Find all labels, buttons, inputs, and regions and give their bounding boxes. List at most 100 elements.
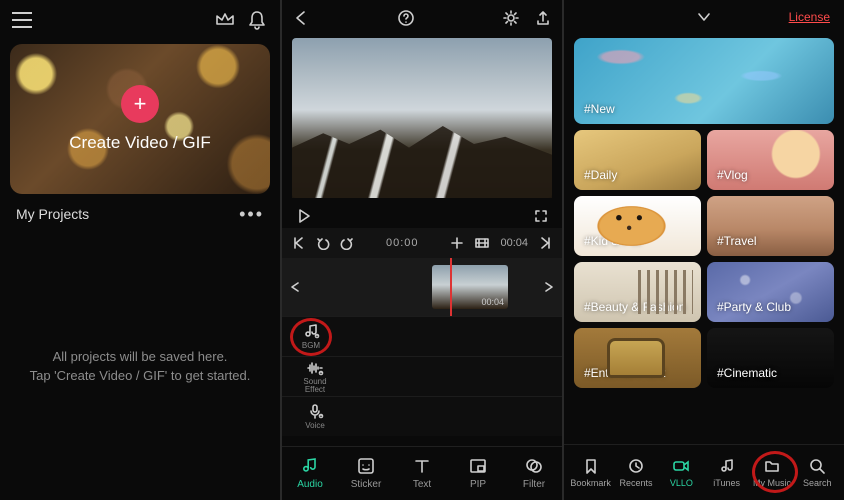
clock-icon <box>627 457 645 475</box>
tile-cine-label: #Cinematic <box>717 366 777 380</box>
tab-my-music[interactable]: My Music <box>749 457 794 488</box>
tab-itunes-label: iTunes <box>713 478 740 488</box>
license-link[interactable]: License <box>789 10 830 24</box>
empty-line-2: Tap 'Create Video / GIF' to get started. <box>30 366 251 386</box>
empty-line-1: All projects will be saved here. <box>53 347 228 367</box>
projects-empty-state: All projects will be saved here. Tap 'Cr… <box>0 232 280 500</box>
tab-vllo-label: VLLO <box>670 478 693 488</box>
bgm-highlight-ring: + BGM <box>290 318 332 356</box>
phone-home: + Create Video / GIF My Projects ••• All… <box>0 0 280 500</box>
tile-beauty-fashion[interactable]: #Beauty & Fashion <box>574 262 701 322</box>
tab-recents-label: Recents <box>619 478 652 488</box>
track-bgm[interactable]: + BGM <box>282 316 562 356</box>
play-controls-row <box>282 204 562 228</box>
undo-icon[interactable] <box>316 236 330 250</box>
track-se-label: Sound Effect <box>303 378 326 394</box>
projects-header-row: My Projects ••• <box>0 204 280 232</box>
tile-daily-label: #Daily <box>584 168 617 182</box>
tab-pip[interactable]: PIP <box>450 447 506 500</box>
tile-cinematic[interactable]: #Cinematic <box>707 328 834 388</box>
back-icon[interactable] <box>292 9 310 27</box>
track-voice[interactable]: + Voice <box>282 396 562 436</box>
tile-vlog[interactable]: #Vlog <box>707 130 834 190</box>
timeline-toolbar: 00:00 00:04 <box>282 228 562 258</box>
crown-icon[interactable] <box>214 9 236 31</box>
video-preview[interactable] <box>292 38 552 198</box>
chevron-down-icon[interactable] <box>695 10 713 24</box>
create-video-label: Create Video / GIF <box>69 133 210 153</box>
bell-icon[interactable] <box>246 9 268 31</box>
phone-music-library: License #New #Daily #Vlog #Kid & Pet #Tr… <box>564 0 844 500</box>
time-current: 00:00 <box>386 237 419 249</box>
editor-tabbar: Audio Sticker Text PIP Filter <box>282 446 562 500</box>
timeline-prev-icon[interactable] <box>288 280 302 294</box>
timeline-next-icon[interactable] <box>542 280 556 294</box>
tab-pip-label: PIP <box>470 479 486 490</box>
clip-duration: 00:04 <box>481 297 504 307</box>
skip-end-icon[interactable] <box>538 236 552 250</box>
tab-sticker-label: Sticker <box>351 479 382 490</box>
phone-editor: 00:00 00:04 00:04 + BGM + Sound Effe <box>282 0 562 500</box>
export-icon[interactable] <box>534 9 552 27</box>
timeline-track[interactable]: 00:04 <box>282 258 562 316</box>
track-bgm-label: BGM <box>302 341 320 350</box>
tab-filter-label: Filter <box>523 479 545 490</box>
tab-text[interactable]: Text <box>394 447 450 500</box>
music-topbar: License <box>564 0 844 34</box>
plus-icon[interactable]: + <box>121 85 159 123</box>
create-video-card[interactable]: + Create Video / GIF <box>10 44 270 194</box>
track-voice-label: Voice <box>305 421 325 430</box>
svg-text:+: + <box>316 334 319 339</box>
tab-filter[interactable]: Filter <box>506 447 562 500</box>
playhead[interactable] <box>450 258 452 316</box>
gear-icon[interactable] <box>502 9 520 27</box>
tile-travel[interactable]: #Travel <box>707 196 834 256</box>
skip-start-icon[interactable] <box>292 236 306 250</box>
help-icon[interactable] <box>397 9 415 27</box>
music-icon <box>718 457 736 475</box>
tab-bookmark[interactable]: Bookmark <box>568 457 613 488</box>
tab-text-label: Text <box>413 479 431 490</box>
tab-audio[interactable]: Audio <box>282 447 338 500</box>
fullscreen-icon[interactable] <box>534 209 548 223</box>
tile-kid-label: #Kid & Pet <box>584 234 641 248</box>
video-clip-thumb[interactable]: 00:04 <box>432 265 508 309</box>
mic-icon: + <box>306 403 324 419</box>
media-icon[interactable] <box>474 236 490 250</box>
editor-topbar <box>282 0 562 36</box>
tab-search[interactable]: Search <box>795 457 840 488</box>
add-icon[interactable] <box>450 236 464 250</box>
menu-icon[interactable] <box>12 12 32 28</box>
bookmark-icon <box>582 457 600 475</box>
tab-itunes[interactable]: iTunes <box>704 457 749 488</box>
tile-travel-label: #Travel <box>717 234 757 248</box>
camera-icon <box>672 457 690 475</box>
folder-icon <box>763 457 781 475</box>
play-icon[interactable] <box>296 208 312 224</box>
soundwave-icon: + <box>306 360 324 376</box>
tab-search-label: Search <box>803 478 832 488</box>
search-icon <box>808 457 826 475</box>
tab-audio-label: Audio <box>297 479 323 490</box>
tab-mymusic-label: My Music <box>753 478 791 488</box>
tile-party-label: #Party & Club <box>717 300 791 314</box>
redo-icon[interactable] <box>340 236 354 250</box>
track-sound-effect[interactable]: + Sound Effect <box>282 356 562 396</box>
svg-text:+: + <box>320 371 323 376</box>
time-total: 00:04 <box>500 237 528 249</box>
tab-sticker[interactable]: Sticker <box>338 447 394 500</box>
music-note-icon: + <box>302 323 320 339</box>
tile-kid-pet[interactable]: #Kid & Pet <box>574 196 701 256</box>
more-icon[interactable]: ••• <box>239 206 264 222</box>
tile-vlog-label: #Vlog <box>717 168 748 182</box>
audio-tracks: + BGM + Sound Effect + Voice <box>282 316 562 436</box>
music-tabbar: Bookmark Recents VLLO iTunes My Music Se… <box>564 444 844 500</box>
tile-entertainment[interactable]: #Entertainment <box>574 328 701 388</box>
tab-vllo[interactable]: VLLO <box>659 457 704 488</box>
tile-new[interactable]: #New <box>574 38 834 124</box>
tile-ent-label: #Entertainment <box>584 366 665 380</box>
tile-party-club[interactable]: #Party & Club <box>707 262 834 322</box>
tab-recents[interactable]: Recents <box>613 457 658 488</box>
tile-daily[interactable]: #Daily <box>574 130 701 190</box>
category-grid: #Daily #Vlog #Kid & Pet #Travel #Beauty … <box>564 130 844 388</box>
